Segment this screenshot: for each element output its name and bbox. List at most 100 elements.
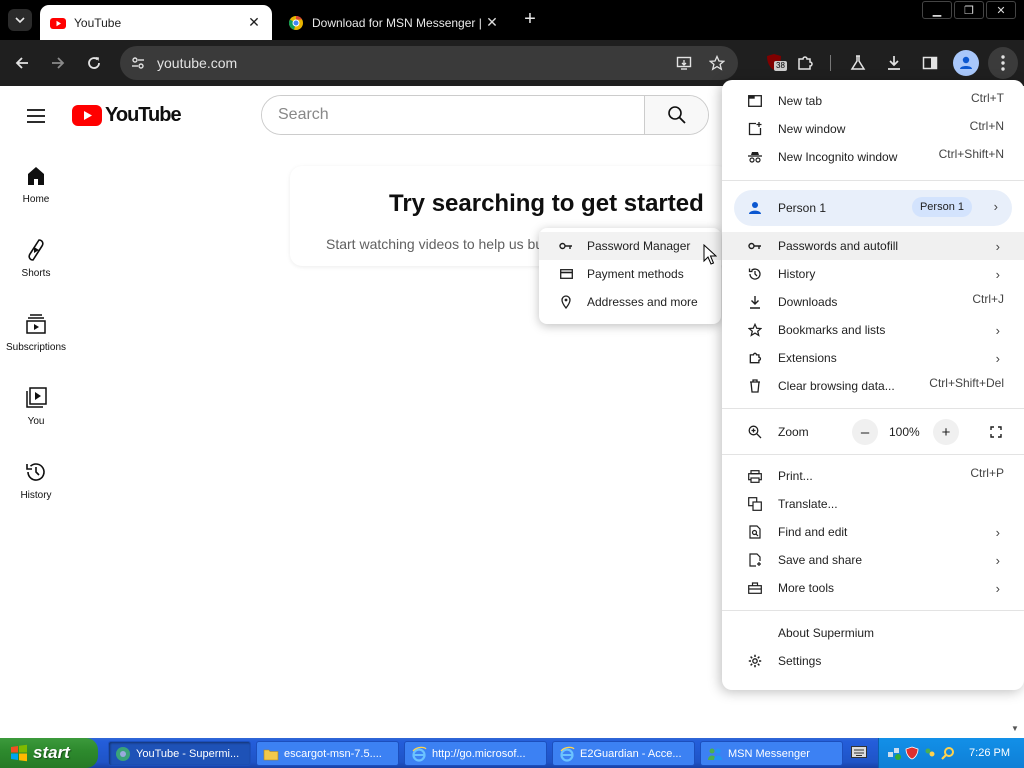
url-text: youtube.com [157,55,238,71]
reload-button[interactable] [81,50,107,76]
taskbar-item-e2guardian[interactable]: E2Guardian - Acce... [552,741,695,766]
taskbar-item-escargot[interactable]: escargot-msn-7.5.... [256,741,399,766]
menu-label: History [778,267,816,281]
system-tray: 7:26 PM [878,738,1024,768]
chevron-right-icon: › [995,266,1000,282]
address-bar[interactable]: youtube.com [120,46,738,80]
zoom-in-button[interactable]: + [933,419,959,445]
menu-item-save-share[interactable]: Save and share › [722,546,1024,574]
labs-button[interactable] [845,50,871,76]
printer-icon [748,469,762,483]
person-icon [960,56,972,69]
scroll-down-arrow-icon[interactable]: ▼ [1011,724,1019,733]
profile-avatar-button[interactable] [953,50,979,76]
download-icon [888,56,900,70]
fullscreen-button[interactable] [983,419,1009,445]
youtube-logo[interactable]: YouTube [72,104,182,127]
menu-item-new-tab[interactable]: New tab Ctrl+T [722,87,1024,115]
back-button[interactable] [9,50,35,76]
youtube-search-box [261,95,709,135]
zoom-out-button[interactable]: – [852,419,878,445]
bookmark-star-button[interactable] [705,51,729,75]
menu-label: Settings [778,654,822,668]
menu-item-settings[interactable]: Settings [722,647,1024,675]
restore-button[interactable]: ❐ [954,1,984,19]
mouse-cursor-icon [703,244,717,265]
submenu-item-addresses[interactable]: Addresses and more [539,288,721,316]
chrome-menu-button[interactable] [988,47,1018,79]
shorts-icon [28,239,44,261]
guide-item-history[interactable]: History [0,448,72,508]
menu-shortcut: Ctrl+J [972,292,1004,306]
menu-item-find-edit[interactable]: Find and edit › [722,518,1024,546]
guide-label: Shorts [21,268,51,279]
tab-msn-download[interactable]: Download for MSN Messenger | Es ✕ [278,5,510,40]
taskbar-item-ie-microsoft[interactable]: http://go.microsof... [404,741,547,766]
more-vert-icon [1001,55,1005,71]
new-tab-button[interactable]: + [519,9,541,31]
menu-label: Extensions [778,351,837,365]
menu-item-extensions[interactable]: Extensions › [722,344,1024,372]
side-panel-icon [922,56,938,70]
keyboard-icon[interactable] [851,746,867,758]
guide-item-subscriptions[interactable]: Subscriptions [0,300,72,360]
taskbar-item-label: http://go.microsof... [432,747,526,760]
menu-label: Passwords and autofill [778,239,899,253]
star-icon [748,323,762,337]
menu-separator [722,610,1024,611]
menu-item-clear-browsing-data[interactable]: Clear browsing data... Ctrl+Shift+Del [722,372,1024,400]
windows-flag-icon [11,744,27,762]
youtube-search-button[interactable] [644,96,708,134]
menu-item-new-window[interactable]: New window Ctrl+N [722,115,1024,143]
tab-close-icon[interactable]: ✕ [484,14,500,31]
taskbar-item-msn-messenger[interactable]: MSN Messenger [700,741,843,766]
menu-item-history[interactable]: History › [722,260,1024,288]
hamburger-menu-icon[interactable] [24,104,48,128]
security-shield-icon[interactable] [905,746,919,760]
guide-label: You [27,416,45,427]
supermium-icon [116,746,130,761]
youtube-favicon-icon [50,17,66,29]
menu-item-profile[interactable]: Person 1 Person 1 › [734,190,1012,226]
guide-label: Home [22,194,50,205]
tab-close-icon[interactable]: ✕ [246,14,262,31]
save-share-icon [748,553,762,567]
guide-item-shorts[interactable]: Shorts [0,226,72,286]
tab-search-button[interactable] [8,9,32,31]
taskbar-item-youtube[interactable]: YouTube - Supermi... [108,741,251,766]
network-icon[interactable] [887,746,901,760]
guide-item-you[interactable]: You [0,374,72,434]
menu-label: Find and edit [778,525,848,539]
menu-item-passwords-autofill[interactable]: Passwords and autofill › [722,232,1024,260]
tab-youtube[interactable]: YouTube ✕ [40,5,272,40]
guide-item-home[interactable]: Home [0,152,72,212]
submenu-item-password-manager[interactable]: Password Manager [539,232,721,260]
menu-label: Downloads [778,295,838,309]
puzzle-icon [798,56,813,70]
menu-separator [722,454,1024,455]
extensions-button[interactable] [792,50,818,76]
side-panel-button[interactable] [917,50,943,76]
menu-item-more-tools[interactable]: More tools › [722,574,1024,602]
ublock-extension-button[interactable]: 38 [766,53,787,74]
close-window-button[interactable]: ✕ [986,1,1016,19]
incognito-icon [748,150,762,164]
menu-item-bookmarks[interactable]: Bookmarks and lists › [722,316,1024,344]
install-app-button[interactable] [672,51,696,75]
menu-item-translate[interactable]: Translate... [722,490,1024,518]
tab-title: Download for MSN Messenger | Es [312,15,484,30]
youtube-search-input[interactable] [262,96,644,134]
submenu-item-payment-methods[interactable]: Payment methods [539,260,721,288]
start-button[interactable]: start [0,738,98,768]
forward-button[interactable] [45,50,71,76]
location-pin-icon [559,295,573,309]
menu-item-downloads[interactable]: Downloads Ctrl+J [722,288,1024,316]
menu-item-print[interactable]: Print... Ctrl+P [722,462,1024,490]
site-info-button[interactable] [126,51,150,75]
menu-item-new-incognito[interactable]: New Incognito window Ctrl+Shift+N [722,143,1024,171]
magnifier-tray-icon[interactable] [941,746,955,760]
minimize-button[interactable]: ▁ [922,1,952,19]
downloads-button[interactable] [881,50,907,76]
msn-tray-icon[interactable] [923,746,937,760]
menu-item-about[interactable]: About Supermium [722,619,1024,647]
